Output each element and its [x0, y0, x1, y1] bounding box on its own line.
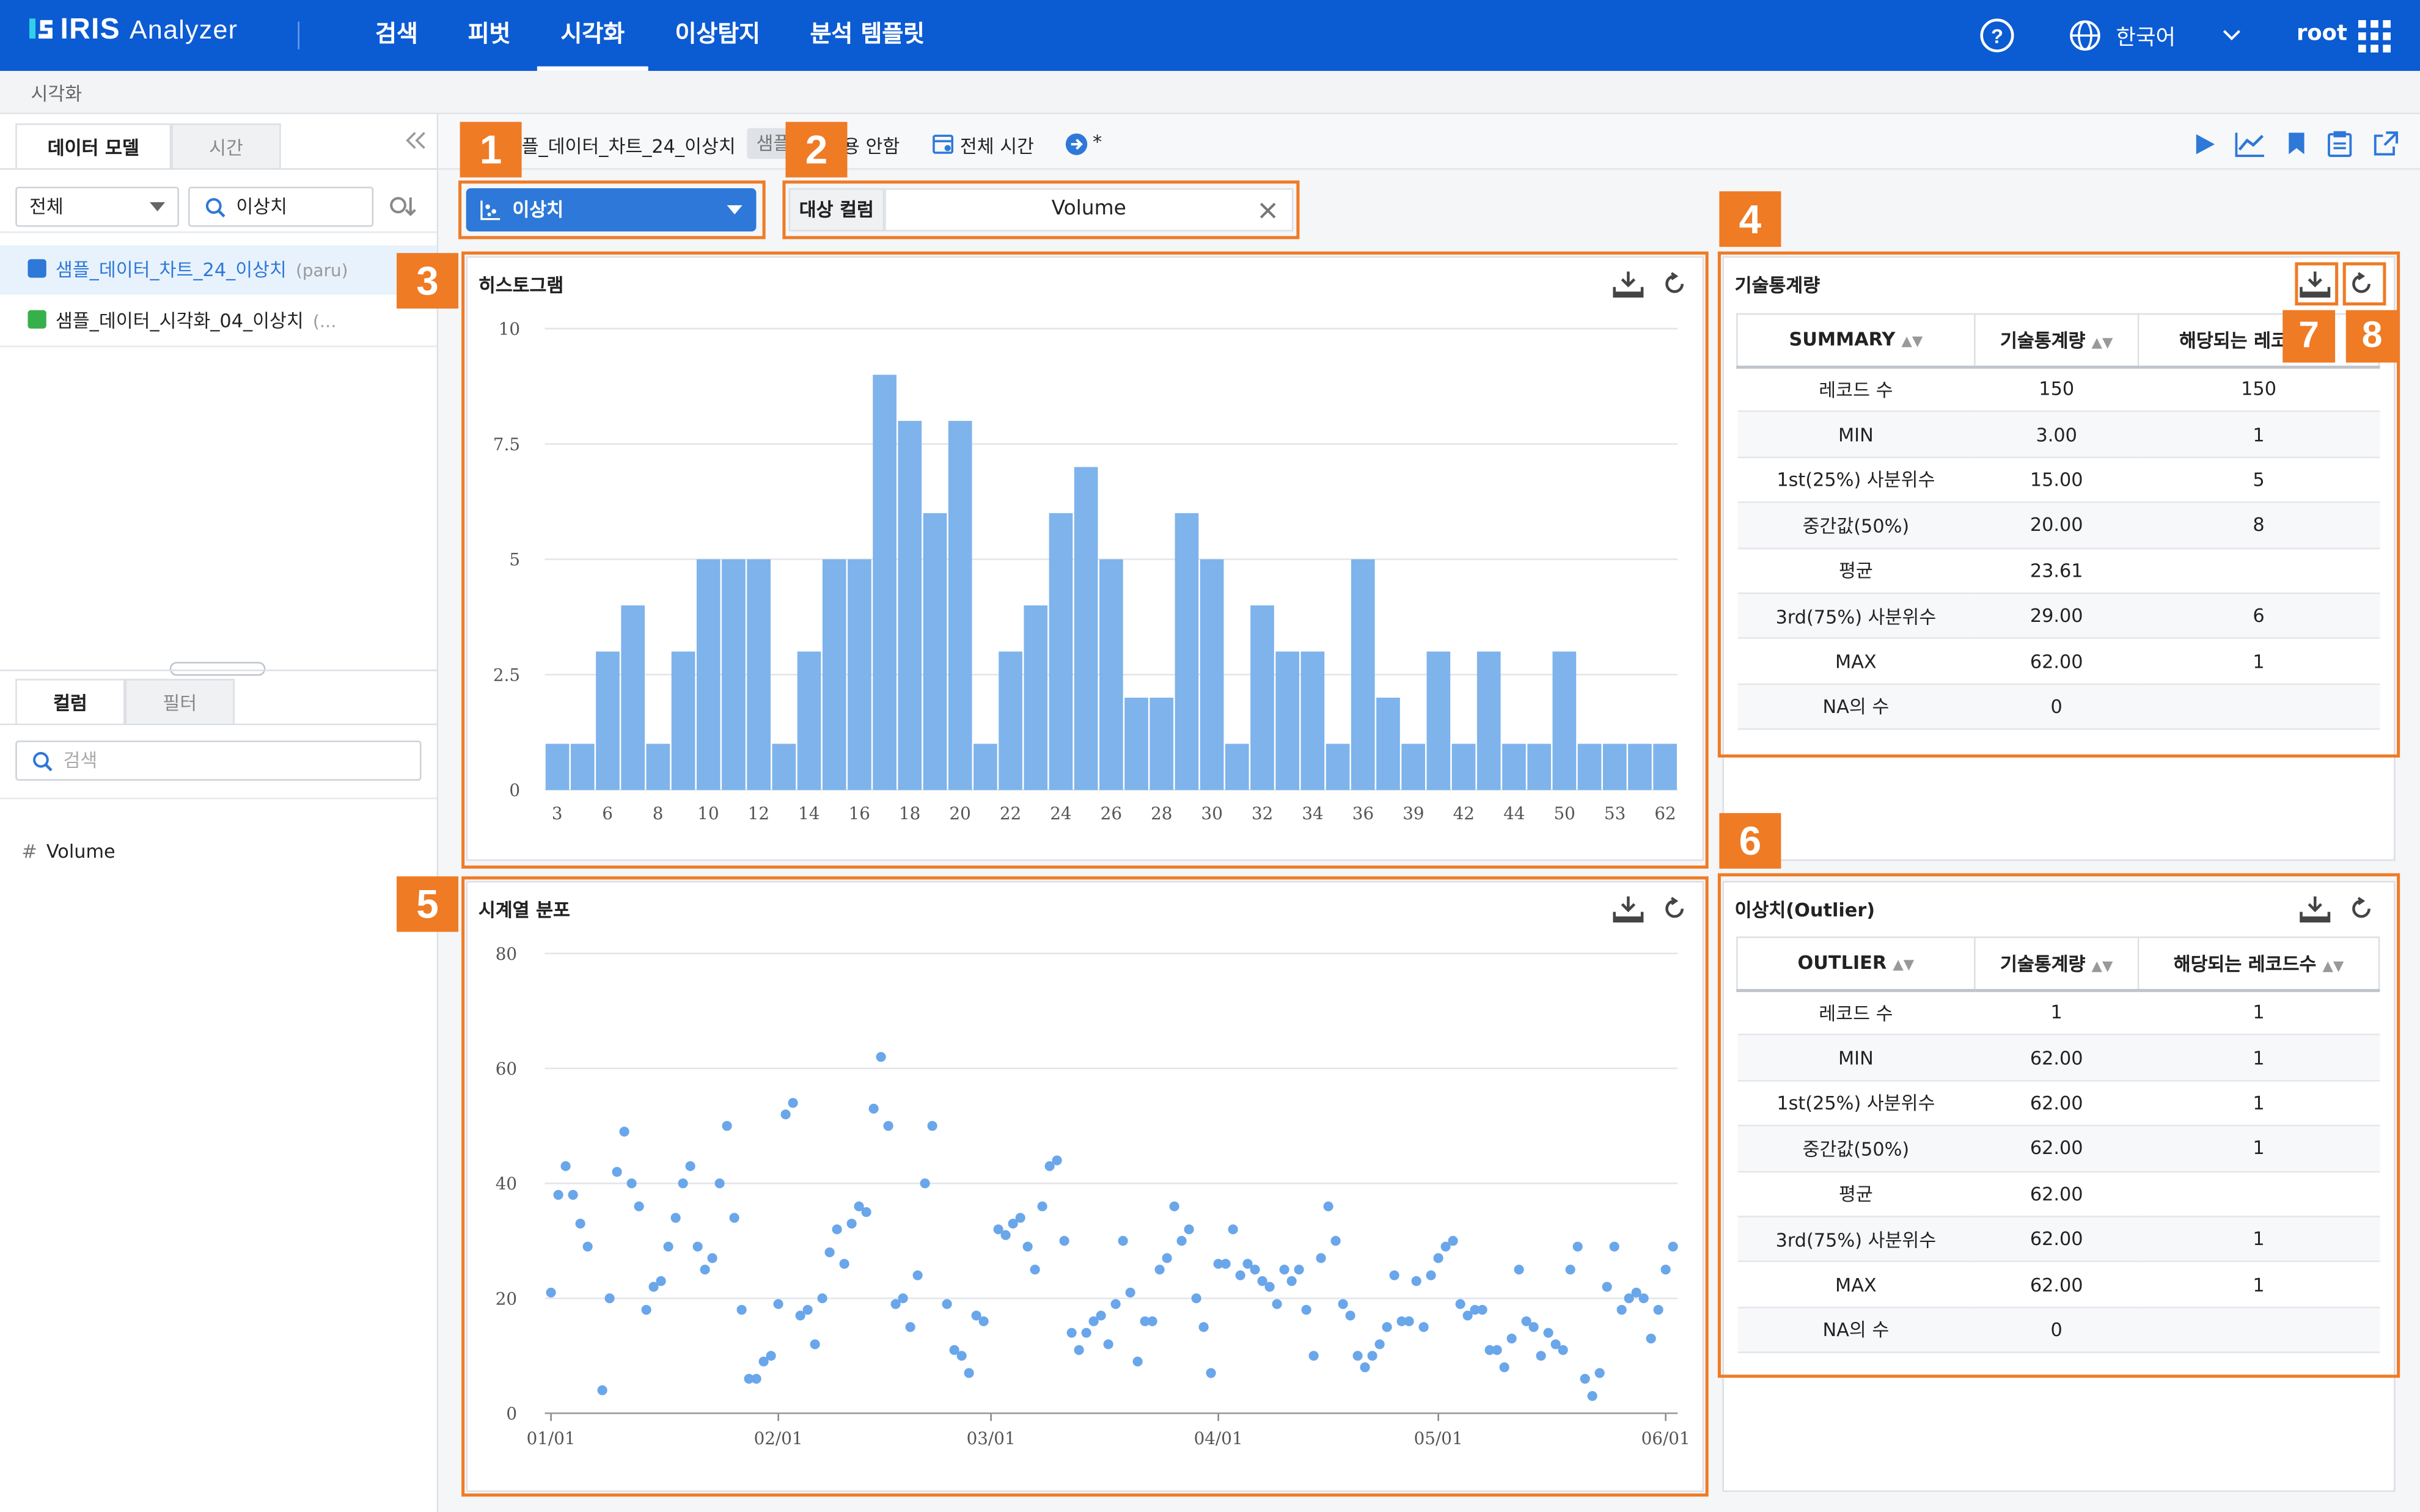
callout-badge-6: 6 [1719, 813, 1781, 869]
collapse-panel-icon[interactable] [406, 131, 427, 150]
column-search-placeholder: 검색 [63, 750, 98, 772]
brand-name: IRIS [60, 13, 120, 46]
caret-down-icon [149, 202, 166, 211]
sort-icon[interactable] [389, 194, 420, 219]
callout-badge-8: 8 [2345, 310, 2399, 363]
globe-icon[interactable] [2068, 18, 2102, 53]
app-logo[interactable]: IRIS Analyzer [28, 14, 238, 48]
panel-resize-handle[interactable] [169, 662, 266, 676]
nav-search[interactable]: 검색 [358, 0, 435, 71]
dataset-item-2[interactable]: 샘플_데이터_시각화_04_이상치 (… [0, 296, 437, 346]
nav-analysis-template[interactable]: 분석 템플릿 [796, 0, 938, 71]
dataset-icon [28, 310, 46, 329]
nav-anomaly-detection[interactable]: 이상탐지 [661, 0, 775, 71]
dataset-search-value: 이상치 [236, 195, 288, 218]
search-icon [205, 198, 226, 217]
callout-badge-5: 5 [397, 876, 459, 932]
run-arrow-icon[interactable] [1065, 133, 1088, 156]
callout-box-5 [461, 876, 1709, 1497]
tab-divider [0, 168, 437, 170]
app-grid-icon[interactable] [2358, 20, 2392, 54]
iris-logo-icon [29, 18, 53, 39]
column-item-label: Volume [46, 841, 116, 863]
column-search-input[interactable]: 검색 [15, 740, 422, 781]
user-name[interactable]: root [2297, 21, 2347, 46]
list-divider [0, 231, 437, 233]
brand-separator [298, 21, 299, 49]
top-navigation-bar: IRIS Analyzer 검색 피벗 시각화 이상탐지 분석 템플릿 ? 한국어… [0, 0, 2420, 71]
dataset-item-1[interactable]: 샘플_데이터_차트_24_이상치 (paru) [0, 245, 437, 295]
tab-columns[interactable]: 컬럼 [15, 679, 125, 725]
list-divider [0, 797, 437, 800]
callout-badge-1: 1 [460, 122, 522, 178]
tab-data-model[interactable]: 데이터 모델 [15, 123, 172, 170]
callout-box-1 [458, 180, 766, 239]
nav-visualization[interactable]: 시각화 [537, 0, 648, 71]
filter-select-value: 전체 [29, 195, 64, 218]
breadcrumb: 시각화 [31, 83, 82, 105]
callout-box-6 [1717, 873, 2400, 1378]
time-range[interactable]: 전체 시간 [960, 133, 1034, 159]
filter-select[interactable]: 전체 [15, 186, 179, 227]
help-icon[interactable]: ? [1979, 17, 2016, 54]
search-icon [33, 751, 53, 772]
dataset-icon [28, 259, 46, 278]
callout-box-2 [782, 180, 1300, 239]
callout-box-8 [2342, 262, 2386, 306]
column-item-volume[interactable]: # Volume [21, 841, 115, 862]
breadcrumb-bar [0, 71, 2420, 114]
callout-badge-3: 3 [397, 253, 459, 309]
callout-box-3 [461, 251, 1709, 869]
callout-badge-7: 7 [2282, 310, 2336, 363]
dataset-item-tag: (paru) [296, 260, 348, 281]
share-export-icon[interactable] [2372, 131, 2399, 158]
bookmark-icon[interactable] [2287, 131, 2306, 156]
language-selector[interactable]: 한국어 [2116, 21, 2176, 53]
dataset-search-input[interactable]: 이상치 [188, 186, 374, 227]
callout-badge-2: 2 [785, 122, 848, 178]
line-chart-icon[interactable] [2235, 131, 2266, 158]
run-flag: * [1093, 131, 1102, 153]
product-name: Analyzer [130, 15, 238, 45]
dataset-item-label: 샘플_데이터_차트_24_이상치 [55, 259, 287, 281]
save-report-icon[interactable] [2327, 131, 2352, 158]
tab-time[interactable]: 시간 [171, 123, 281, 170]
chevron-down-icon[interactable] [2223, 27, 2241, 43]
dataset-name[interactable]: 플_데이터_차트_24_이상치 [522, 133, 736, 159]
dataset-item-label: 샘플_데이터_시각화_04_이상치 [55, 310, 304, 332]
nav-pivot[interactable]: 피벗 [450, 0, 527, 71]
calendar-icon[interactable] [932, 133, 954, 154]
callout-badge-4: 4 [1719, 191, 1781, 247]
sample-setting[interactable]: 용 안함 [843, 133, 900, 159]
callout-box-7 [2295, 262, 2339, 306]
list-divider [0, 345, 437, 348]
tab-divider [0, 723, 437, 725]
play-icon[interactable] [2193, 133, 2216, 156]
dataset-item-tag: (… [312, 312, 337, 332]
numeric-type-icon: # [21, 841, 37, 863]
tab-filters[interactable]: 필터 [125, 679, 235, 725]
panel-split-line [0, 670, 437, 671]
svg-text:?: ? [1991, 25, 2003, 48]
